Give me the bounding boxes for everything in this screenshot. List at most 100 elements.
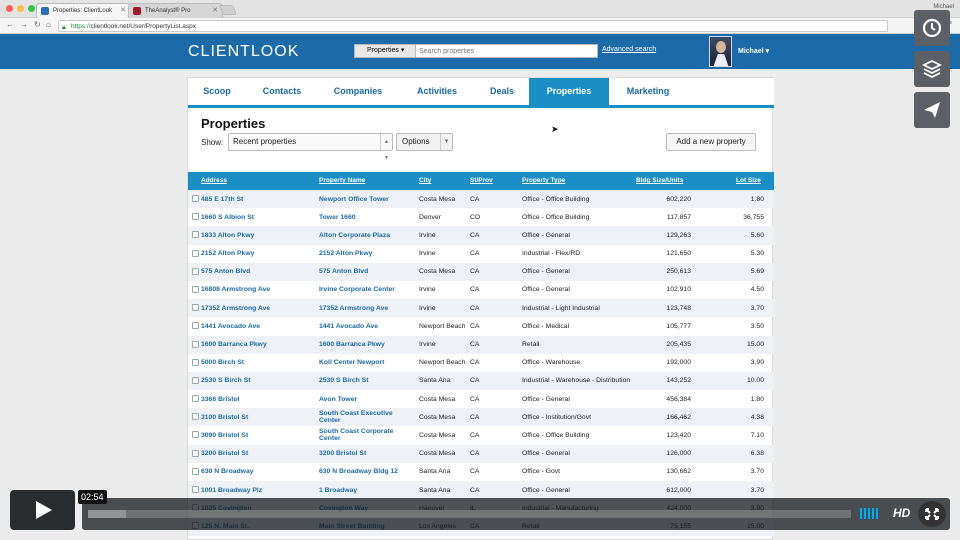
options-dropdown-button[interactable]: Options ▾ [396, 133, 453, 151]
close-tab-icon[interactable]: ✕ [212, 4, 218, 18]
property-name-cell[interactable]: Tower 1660 [319, 208, 415, 226]
property-name-cell[interactable]: Koll Center Newport [319, 354, 415, 372]
collections-button[interactable] [914, 51, 950, 87]
property-name-cell[interactable]: 2530 S Birch St [319, 372, 415, 390]
table-row[interactable]: 485 E 17th St Newport Office Tower Costa M… [188, 190, 774, 209]
row-checkbox[interactable] [192, 376, 199, 384]
tab-deals[interactable]: Deals [476, 78, 528, 105]
table-row[interactable]: 3200 Bristol St 3200 Bristol St Costa Mesa… [188, 444, 774, 463]
row-checkbox[interactable] [192, 231, 199, 239]
address-cell[interactable]: 575 Anton Blvd [201, 263, 316, 281]
row-checkbox[interactable] [192, 285, 199, 293]
table-row[interactable]: 5000 Birch St Koll Center Newport Newport … [188, 354, 774, 372]
property-name-cell[interactable]: South Coast Executive Center [319, 408, 415, 426]
close-tab-icon[interactable]: ✕ [120, 4, 126, 18]
share-button[interactable] [914, 92, 950, 128]
row-checkbox[interactable] [192, 395, 199, 403]
property-name-cell[interactable]: South Coast Corporate Center [319, 426, 415, 444]
address-cell[interactable]: 3366 Bristol [201, 390, 316, 408]
address-cell[interactable]: 16808 Armstrong Ave [201, 281, 316, 299]
col-header-property-type[interactable]: Property Type [522, 172, 565, 190]
minimize-window-button[interactable] [17, 5, 24, 12]
property-name-cell[interactable]: 1441 Avocado Ave [319, 317, 415, 335]
tab-activities[interactable]: Activities [398, 78, 476, 105]
table-row[interactable]: 1441 Avocado Ave 1441 Avocado Ave Newport … [188, 317, 774, 335]
table-row[interactable]: 3100 Bristol St South Coast Executive Cen… [188, 408, 774, 427]
address-cell[interactable]: 1441 Avocado Ave [201, 317, 316, 335]
close-window-button[interactable] [6, 5, 13, 12]
browser-tab-clientlook[interactable]: Properties: ClientLook ✕ [36, 3, 131, 18]
url-field[interactable]: 🔒︎ https://clientlook.net/User/PropertyL… [58, 20, 888, 32]
table-row[interactable]: 3366 Bristol Avon Tower Costa Mesa CA Office… [188, 390, 774, 408]
table-row[interactable]: 630 N Broadway 630 N Broadway Bldg 12 Sant… [188, 463, 774, 481]
property-name-cell[interactable]: 2152 Alton Pkwy [319, 245, 415, 263]
table-row[interactable]: 1660 S Albion St Tower 1660 Denver CO Office… [188, 208, 774, 226]
show-filter-select[interactable]: Recent properties ▲ ▼ [228, 133, 393, 161]
forward-icon[interactable]: → [20, 20, 28, 29]
tab-properties[interactable]: Properties [529, 78, 609, 105]
col-header-lot-size[interactable]: Lot Size [736, 172, 761, 190]
home-icon[interactable]: ⌂ [46, 20, 51, 29]
row-checkbox[interactable] [192, 467, 199, 475]
property-name-cell[interactable]: 1 Broadway [319, 481, 415, 499]
tab-companies[interactable]: Companies [318, 78, 398, 105]
property-name-cell[interactable]: Newport Office Tower [319, 190, 415, 208]
address-cell[interactable]: 3100 Bristol St [201, 408, 316, 426]
col-header-address[interactable]: Address [201, 172, 227, 190]
address-cell[interactable]: 485 E 17th St [201, 190, 316, 208]
table-row[interactable]: 1600 Barranca Pkwy 1600 Barranca Pkwy Irvi… [188, 335, 774, 354]
row-checkbox[interactable] [192, 413, 199, 421]
address-cell[interactable]: 2152 Alton Pkwy [201, 245, 316, 263]
address-cell[interactable]: 1660 S Albion St [201, 208, 316, 226]
tab-marketing[interactable]: Marketing [609, 78, 687, 105]
table-row[interactable]: 1001 Broadway Plz 1 Broadway Santa Ana CA Of… [188, 481, 774, 500]
address-cell[interactable]: 1001 Broadway Plz [201, 481, 316, 499]
tab-contacts[interactable]: Contacts [246, 78, 318, 105]
fullscreen-button[interactable] [918, 501, 946, 527]
user-menu[interactable]: Michael ▾ [738, 47, 769, 55]
col-header-property-name[interactable]: Property Name [319, 172, 365, 190]
watch-later-button[interactable] [914, 10, 950, 46]
property-name-cell[interactable]: 3200 Bristol St [319, 445, 415, 463]
hd-toggle[interactable]: HD [893, 506, 910, 520]
search-input[interactable] [416, 44, 598, 58]
row-checkbox[interactable] [192, 213, 199, 221]
col-header-city[interactable]: City [419, 172, 431, 190]
row-checkbox[interactable] [192, 249, 199, 257]
row-checkbox[interactable] [192, 340, 199, 348]
play-button[interactable] [10, 490, 75, 530]
row-checkbox[interactable] [192, 304, 199, 312]
row-checkbox[interactable] [192, 267, 199, 275]
property-name-cell[interactable]: 630 N Broadway Bldg 12 [319, 463, 415, 481]
address-cell[interactable]: 1833 Alton Pkwy [201, 226, 316, 244]
address-cell[interactable]: 1600 Barranca Pkwy [201, 336, 316, 354]
address-cell[interactable]: 2530 S Birch St [201, 372, 316, 390]
add-property-button[interactable]: Add a new property [666, 133, 756, 151]
address-cell[interactable]: 3090 Bristol St [201, 426, 316, 444]
address-cell[interactable]: 3200 Bristol St [201, 445, 316, 463]
property-name-cell[interactable]: Alton Corporate Plaza [319, 226, 415, 244]
property-name-cell[interactable]: 1600 Barranca Pkwy [319, 336, 415, 354]
avatar[interactable] [709, 36, 732, 67]
browser-tab-analyst[interactable]: TheAnalyst® Pro ✕ [128, 3, 223, 18]
back-icon[interactable]: ← [6, 20, 14, 29]
volume-icon[interactable] [860, 508, 878, 519]
address-cell[interactable]: 630 N Broadway [201, 463, 316, 481]
table-row[interactable]: 17352 Armstrong Ave 17352 Armstrong Ave Ir… [188, 299, 774, 318]
advanced-search-link[interactable]: Advanced search [602, 46, 656, 53]
col-header-state[interactable]: St/Prov [470, 172, 493, 190]
maximize-window-button[interactable] [28, 5, 35, 12]
reload-icon[interactable]: ↻ [34, 20, 41, 29]
table-row[interactable]: 1833 Alton Pkwy Alton Corporate Plaza Irvi… [188, 226, 774, 245]
new-tab-button[interactable] [219, 5, 237, 15]
table-row[interactable]: 575 Anton Blvd 575 Anton Blvd Costa Mesa CA… [188, 262, 774, 281]
table-row[interactable]: 2152 Alton Pkwy 2152 Alton Pkwy Irvine CA In… [188, 245, 774, 263]
table-row[interactable]: 2530 S Birch St 2530 S Birch St Santa Ana C… [188, 371, 774, 391]
table-row[interactable]: 16808 Armstrong Ave Irvine Corporate Cent… [188, 281, 774, 299]
address-cell[interactable]: 5000 Birch St [201, 354, 316, 372]
row-checkbox[interactable] [192, 449, 199, 457]
col-header-bldg-size[interactable]: Bldg Size/Units [636, 172, 683, 190]
progress-scrubber[interactable] [88, 510, 851, 518]
search-scope-select[interactable]: Properties ▾ [354, 44, 416, 58]
property-name-cell[interactable]: Irvine Corporate Center [319, 281, 415, 299]
